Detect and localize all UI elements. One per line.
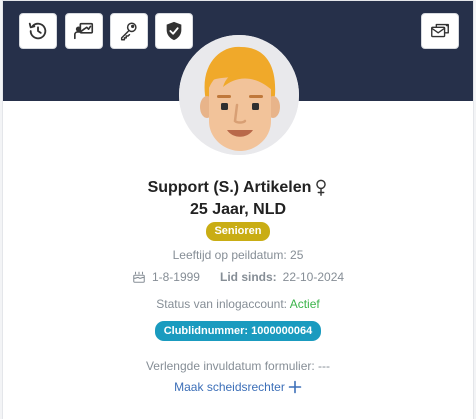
club-number-badge: Clublidnummer: 1000000064 <box>154 321 322 341</box>
extended-form-date: Verlengde invuldatum formulier: --- <box>145 359 331 373</box>
dates-row: 1-8-1999 Lid sinds: 22-10-2024 <box>3 270 473 284</box>
category-badge: Senioren <box>206 222 270 241</box>
key-icon <box>120 22 137 41</box>
member-name-row: Support (S.) Artikelen <box>3 179 473 197</box>
member-profile-card: Support (S.) Artikelen 25 Jaar, NLD Seni… <box>2 0 474 419</box>
reference-age: Leeftijd op peildatum: 25 <box>172 248 304 262</box>
avatar <box>179 35 299 155</box>
presentation-button[interactable] <box>65 13 103 49</box>
presentation-icon <box>74 22 94 40</box>
make-referee-row: Maak scheidsrechter <box>3 380 473 394</box>
female-icon <box>316 179 327 196</box>
age-country: 25 Jaar, NLD <box>189 201 287 218</box>
plus-icon[interactable] <box>288 380 302 394</box>
password-key-button[interactable] <box>110 13 148 49</box>
club-number-row: Clublidnummer: 1000000064 <box>3 321 473 341</box>
shield-check-icon <box>166 21 182 41</box>
login-status-value: Actief <box>289 297 320 311</box>
history-button[interactable] <box>19 13 57 49</box>
category-badge-row: Senioren <box>3 222 473 241</box>
mail-transfer-icon <box>431 23 449 38</box>
history-icon <box>28 22 47 40</box>
login-status-label: Status van inlogaccount: <box>156 297 288 311</box>
mail-transfer-button[interactable] <box>421 13 459 49</box>
member-since-label: Lid sinds: <box>219 270 277 284</box>
birthday-cake-icon <box>133 271 145 283</box>
member-name: Support (S.) Artikelen <box>147 179 312 196</box>
avatar-illustration <box>179 35 299 155</box>
login-status-row: Status van inlogaccount: Actief <box>3 297 473 311</box>
make-referee-link[interactable]: Maak scheidsrechter <box>174 380 285 394</box>
security-button[interactable] <box>155 13 193 49</box>
member-since-date: 22-10-2024 <box>282 270 345 284</box>
birthdate: 1-8-1999 <box>151 270 200 284</box>
